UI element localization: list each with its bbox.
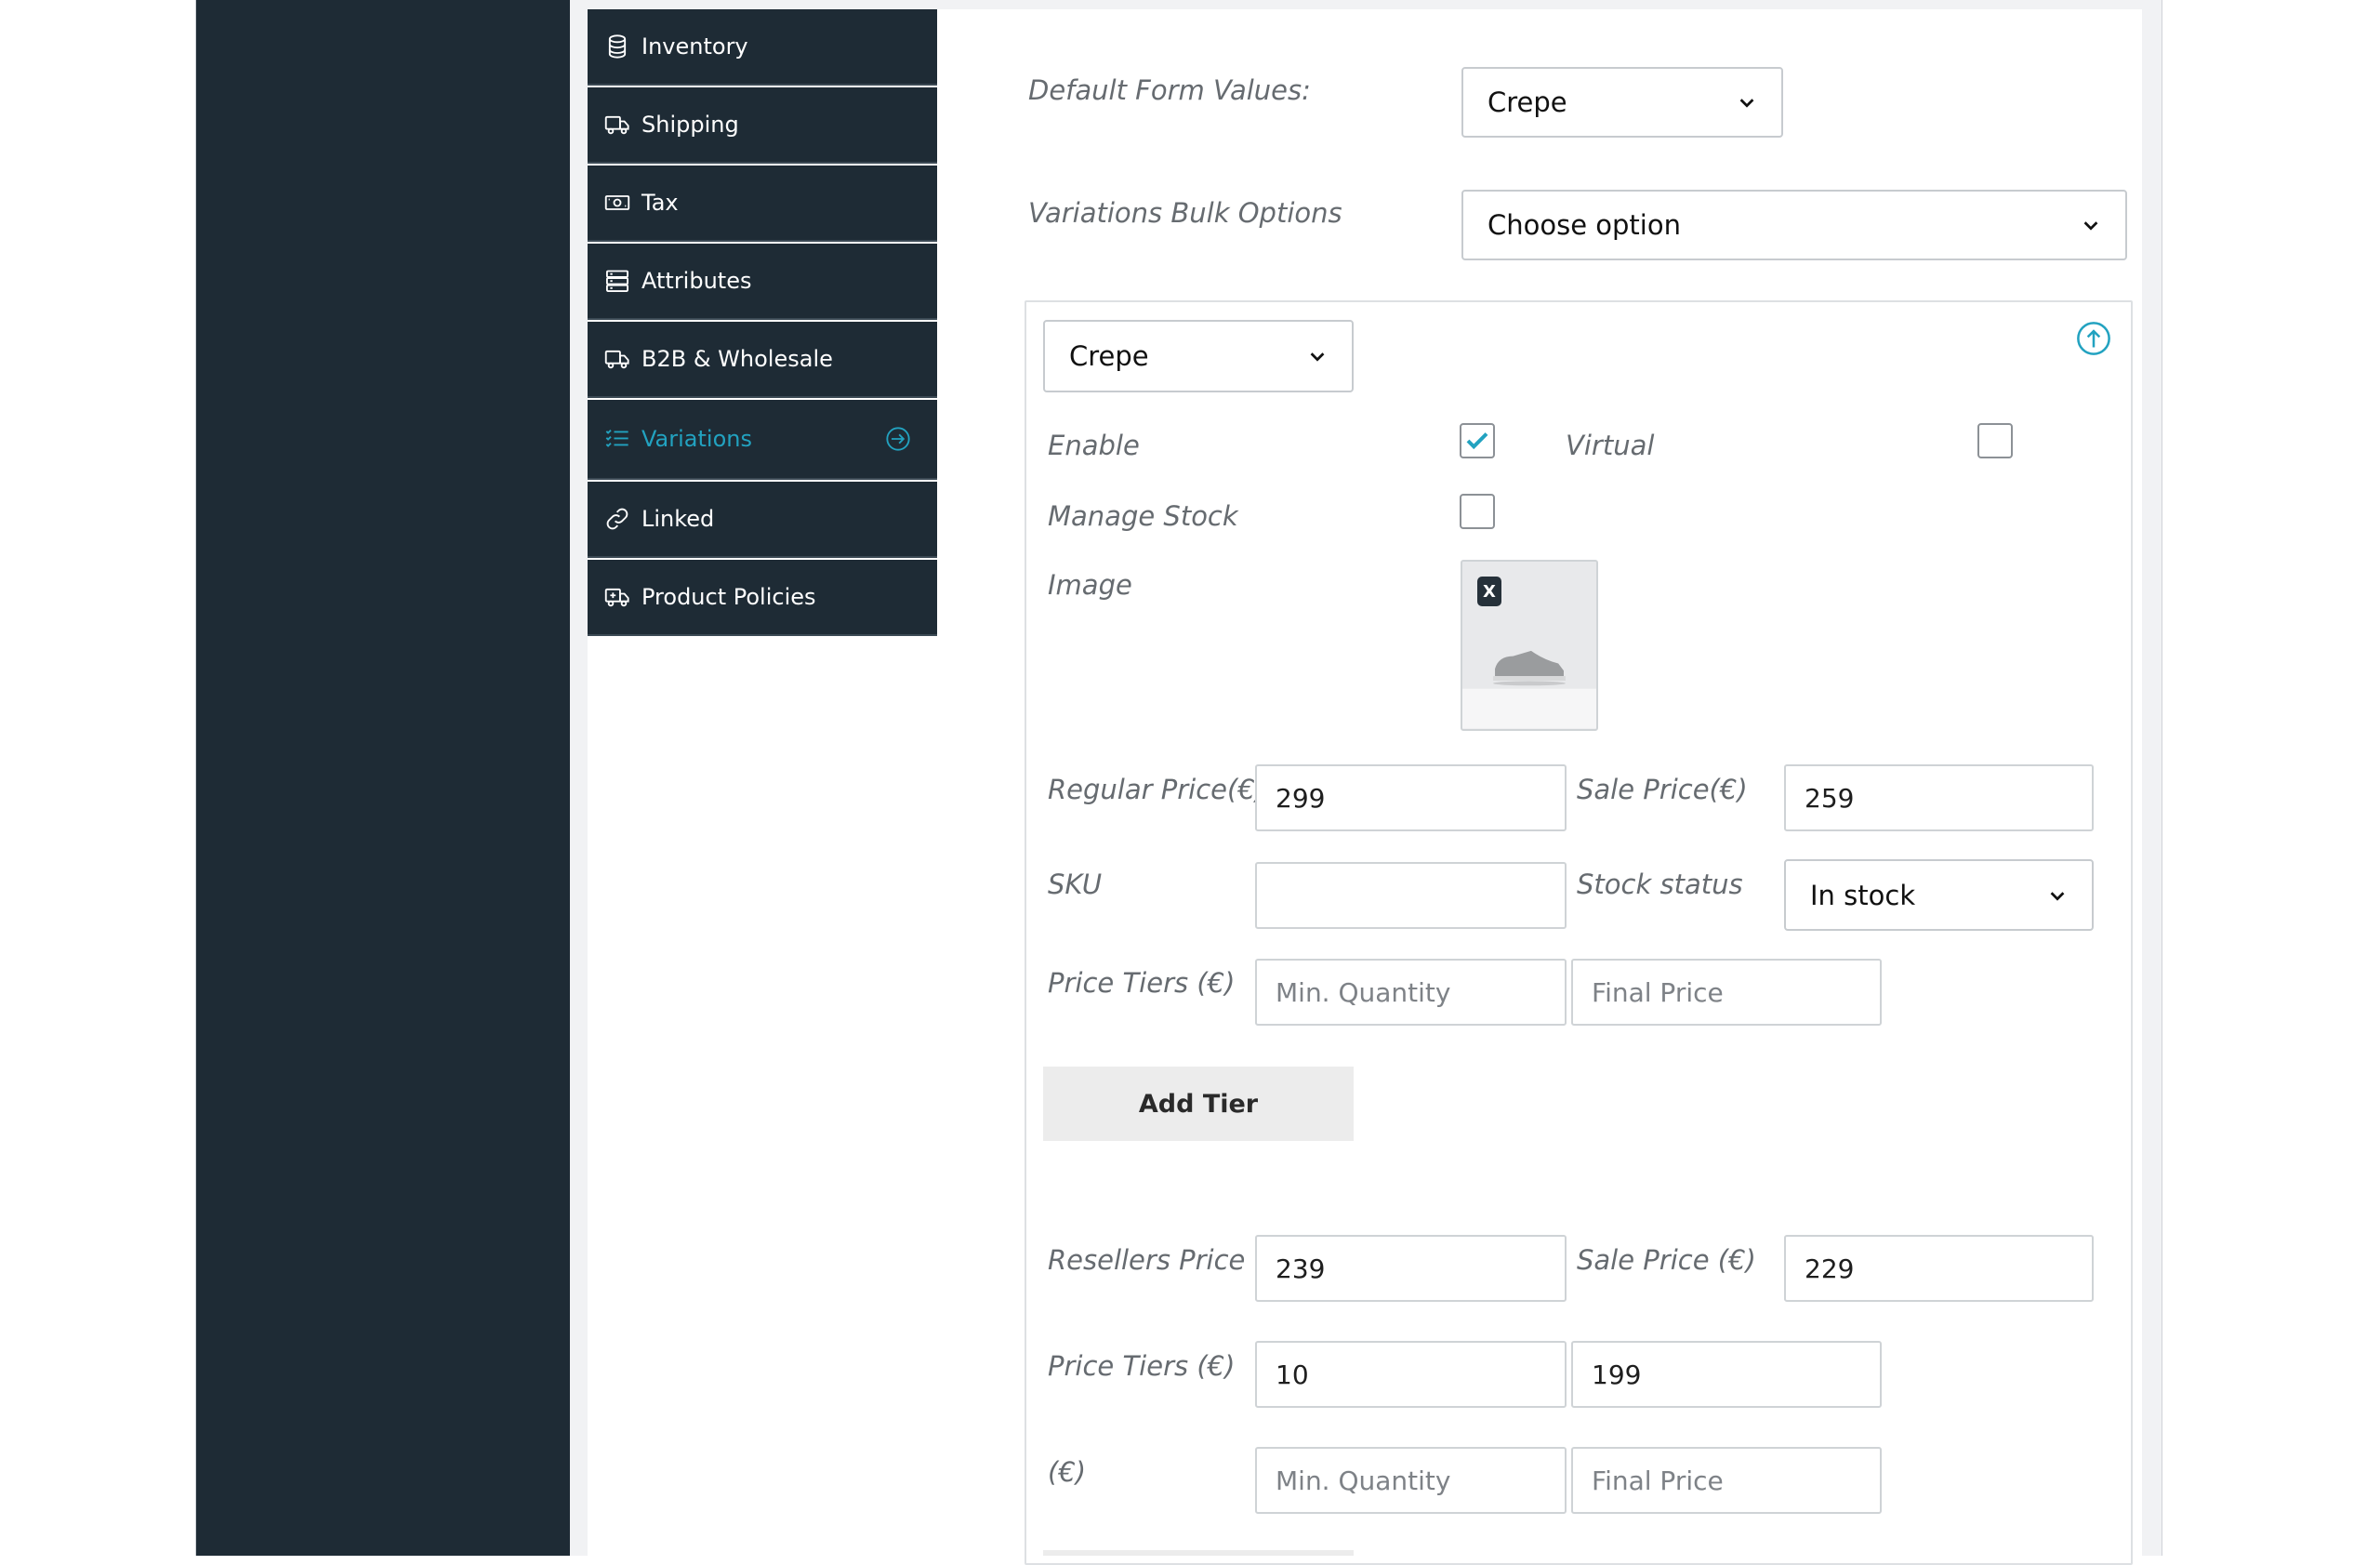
chevron-down-icon — [2083, 221, 2098, 231]
tab-label: Shipping — [641, 112, 739, 138]
database-icon — [604, 33, 630, 60]
resellers-price-input[interactable] — [1255, 1235, 1567, 1302]
admin-sidebar — [196, 0, 570, 1556]
selected-value: Crepe — [1069, 340, 1149, 372]
sku-input[interactable] — [1255, 862, 1567, 929]
tab-variations[interactable]: Variations — [588, 400, 937, 480]
list-check-icon — [604, 426, 630, 452]
chevron-down-icon — [2050, 891, 2065, 901]
default-form-values-label: Default Form Values: — [1028, 74, 1311, 106]
stock-status-label: Stock status — [1577, 869, 1743, 900]
ambulance-icon — [604, 584, 630, 610]
default-form-values-select[interactable]: Crepe — [1461, 67, 1783, 138]
tab-label: Tax — [641, 190, 679, 216]
virtual-checkbox[interactable] — [1977, 423, 2013, 458]
chevron-down-icon — [1739, 99, 1754, 108]
enable-label: Enable — [1048, 430, 1140, 461]
selected-value: Crepe — [1488, 86, 1567, 118]
stock-status-select[interactable]: In stock — [1784, 859, 2094, 931]
extra-tier-label: (€) — [1048, 1456, 1087, 1488]
variation-attribute-select[interactable]: Crepe — [1043, 320, 1354, 392]
enable-checkbox[interactable] — [1460, 423, 1495, 458]
link-icon — [604, 506, 630, 532]
resellers-tier-final-price-input[interactable] — [1571, 1341, 1882, 1408]
truck-icon — [604, 112, 630, 138]
arrow-circle-right-icon — [886, 427, 910, 451]
tab-label: Linked — [641, 506, 715, 532]
regular-price-label: Regular Price(€) — [1048, 774, 1266, 805]
add-tier-button[interactable]: Add Tier — [1043, 1067, 1354, 1141]
extra-tier-final-price-input[interactable] — [1571, 1447, 1882, 1514]
collapse-up-icon[interactable] — [2076, 321, 2111, 356]
sale-price-label: Sale Price(€) — [1577, 774, 1748, 805]
truck-icon — [604, 346, 630, 372]
server-icon — [604, 268, 630, 294]
resellers-tier-min-quantity-input[interactable] — [1255, 1341, 1567, 1408]
tier-final-price-input[interactable] — [1571, 959, 1882, 1026]
virtual-label: Virtual — [1566, 430, 1655, 461]
extra-tier-min-quantity-input[interactable] — [1255, 1447, 1567, 1514]
chevron-down-icon — [1310, 352, 1325, 362]
manage-stock-checkbox[interactable] — [1460, 494, 1495, 529]
bulk-options-label: Variations Bulk Options — [1028, 197, 1342, 229]
tab-linked[interactable]: Linked — [588, 482, 937, 558]
tab-label: Product Policies — [641, 584, 816, 610]
tier-min-quantity-input[interactable] — [1255, 959, 1567, 1026]
tab-b2b-wholesale[interactable]: B2B & Wholesale — [588, 322, 937, 398]
tab-shipping[interactable]: Shipping — [588, 87, 937, 164]
tab-label: Inventory — [641, 33, 748, 60]
remove-image-button[interactable]: X — [1477, 577, 1501, 606]
resellers-price-tiers-label: Price Tiers (€) — [1048, 1350, 1236, 1382]
checkmark-icon — [1466, 432, 1488, 450]
price-tiers-label: Price Tiers (€) — [1048, 967, 1236, 999]
tab-label: Variations — [641, 426, 752, 452]
regular-price-input[interactable] — [1255, 764, 1567, 831]
money-icon — [604, 190, 630, 216]
add-tier-button-partial[interactable] — [1043, 1550, 1354, 1556]
resellers-sale-price-input[interactable] — [1784, 1235, 2094, 1302]
sku-label: SKU — [1048, 869, 1103, 900]
bulk-options-select[interactable]: Choose option — [1461, 190, 2127, 260]
tab-attributes[interactable]: Attributes — [588, 244, 937, 320]
tab-label: Attributes — [641, 268, 752, 294]
tab-product-policies[interactable]: Product Policies — [588, 560, 937, 636]
manage-stock-label: Manage Stock — [1048, 500, 1238, 532]
image-label: Image — [1048, 569, 1132, 601]
tab-label: B2B & Wholesale — [641, 346, 833, 372]
sale-price-input[interactable] — [1784, 764, 2094, 831]
tab-inventory[interactable]: Inventory — [588, 9, 937, 86]
selected-value: Choose option — [1488, 209, 1681, 241]
tab-tax[interactable]: Tax — [588, 166, 937, 242]
selected-value: In stock — [1810, 879, 1916, 911]
resellers-sale-price-label: Sale Price (€) — [1577, 1244, 1756, 1276]
